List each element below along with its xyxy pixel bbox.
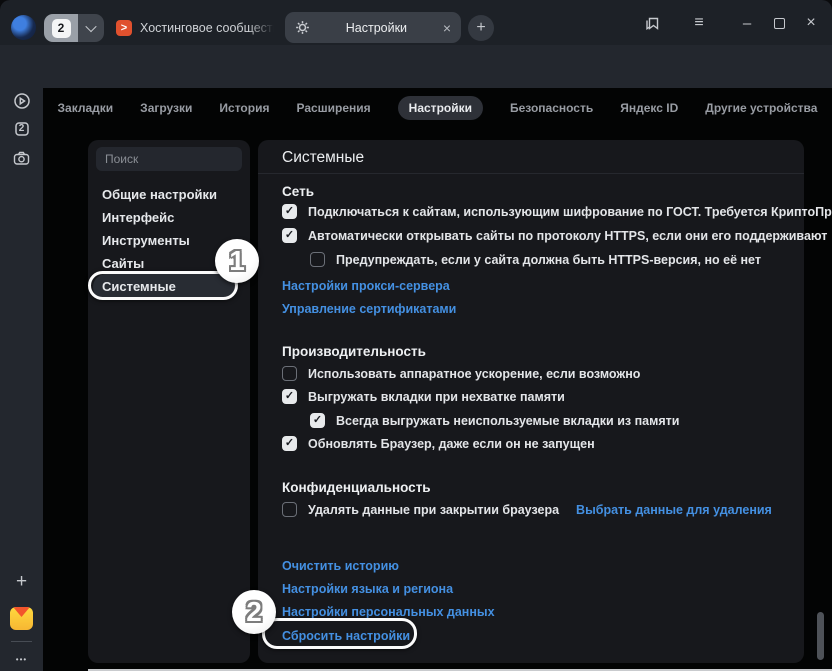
setting-label: Всегда выгружать неиспользуемые вкладки … — [336, 413, 680, 428]
language-region-link[interactable]: Настройки языка и региона — [282, 582, 453, 596]
annotation-number: 1 — [229, 245, 245, 276]
link-row: Настройки языка и региона — [282, 580, 453, 598]
tab-list-dropdown[interactable] — [78, 14, 104, 42]
personal-data-link[interactable]: Настройки персональных данных — [282, 605, 495, 619]
search-input[interactable] — [96, 147, 242, 171]
tab-count-segment[interactable]: 2 — [44, 14, 78, 42]
setting-row: ✓ Выгружать вкладки при нехватке памяти — [282, 389, 565, 404]
tabs-panel-icon[interactable]: 2 — [8, 115, 35, 142]
check-icon: ✓ — [284, 205, 295, 217]
setting-label: Автоматически открывать сайты по протоко… — [308, 228, 828, 243]
proxy-settings-link[interactable]: Настройки прокси-сервера — [282, 279, 450, 293]
setting-row: ✓ Обновлять Браузер, даже если он не зап… — [282, 436, 595, 451]
tab-count-badge: 2 — [51, 18, 71, 38]
tab-bar: 2 > Хостинговое сообщество Настройки × + — [0, 0, 832, 45]
setting-row: ✓ Всегда выгружать неиспользуемые вкладк… — [310, 413, 679, 428]
maximize-icon — [773, 17, 785, 29]
setting-label: Выгружать вкладки при нехватке памяти — [308, 389, 565, 404]
nav-tab-settings[interactable]: Настройки — [397, 96, 483, 120]
browser-tab-settings[interactable]: Настройки × — [285, 12, 461, 43]
nav-tab-yandex-id[interactable]: Яндекс ID — [620, 101, 678, 115]
yandex-mail-icon[interactable] — [10, 607, 33, 630]
settings-nav: Закладки Загрузки История Расширения Нас… — [43, 95, 832, 121]
left-rail: 2 + ••• — [0, 88, 43, 671]
setting-row: ✓ Предупреждать, если у сайта должна быт… — [310, 252, 761, 267]
side-panels-icon[interactable] — [640, 11, 664, 35]
sidebar-item-tools[interactable]: Инструменты — [102, 231, 190, 251]
annotation-number: 2 — [246, 596, 262, 627]
setting-label: Использовать аппаратное ускорение, если … — [308, 366, 641, 381]
sidebar-item-general[interactable]: Общие настройки — [102, 185, 217, 205]
add-panel-button[interactable]: + — [8, 568, 35, 595]
annotation-step-2: 2 — [232, 590, 276, 634]
checkbox-https-auto[interactable]: ✓ — [282, 228, 297, 243]
choose-data-link[interactable]: Выбрать данные для удаления — [576, 503, 772, 517]
nav-tab-security[interactable]: Безопасность — [510, 101, 593, 115]
annotation-step-1: 1 — [215, 239, 259, 283]
gear-icon — [295, 20, 310, 35]
link-row: Очистить историю — [282, 557, 399, 575]
section-privacy: Конфиденциальность — [282, 480, 431, 495]
sidebar-item-interface[interactable]: Интерфейс — [102, 208, 174, 228]
menu-icon[interactable]: ≡ — [688, 12, 710, 34]
nav-tab-downloads[interactable]: Загрузки — [140, 101, 192, 115]
divider — [11, 641, 32, 642]
check-icon: ✓ — [284, 390, 295, 402]
screenshot-camera-icon[interactable] — [8, 145, 35, 172]
check-icon: ✓ — [284, 437, 295, 449]
profile-avatar[interactable] — [11, 15, 36, 40]
check-icon: ✓ — [284, 229, 295, 241]
address-bar-row: ← Я ↻ settings Настройки 80 % — [0, 45, 832, 127]
nav-tab-bookmarks[interactable]: Закладки — [58, 101, 114, 115]
settings-page: Закладки Загрузки История Расширения Нас… — [43, 88, 832, 671]
divider — [258, 173, 804, 174]
close-tab-icon[interactable]: × — [443, 20, 451, 36]
checkbox-update-browser[interactable]: ✓ — [282, 436, 297, 451]
nav-tab-extensions[interactable]: Расширения — [296, 101, 370, 115]
certificates-link[interactable]: Управление сертификатами — [282, 302, 456, 316]
tab-title: Хостинговое сообщество — [140, 21, 274, 35]
annotation-outline-system — [88, 271, 238, 300]
tab-count-button[interactable]: 2 — [44, 14, 104, 42]
settings-sidebar: Общие настройки Интерфейс Инструменты Са… — [88, 140, 250, 663]
chevron-down-icon — [85, 20, 97, 33]
maximize-button[interactable] — [768, 12, 790, 34]
setting-label: Обновлять Браузер, даже если он не запущ… — [308, 436, 595, 451]
link-row: Настройки прокси-сервера — [282, 277, 450, 295]
scrollbar-thumb[interactable] — [817, 612, 824, 660]
site-favicon-icon: > — [116, 20, 132, 36]
section-performance: Производительность — [282, 344, 426, 359]
checkbox-gost[interactable]: ✓ — [282, 204, 297, 219]
setting-row: ✓ Использовать аппаратное ускорение, есл… — [282, 366, 640, 381]
setting-row: ✓ Удалять данные при закрытии браузера В… — [282, 502, 772, 517]
setting-label: Подключаться к сайтам, использующим шифр… — [308, 204, 832, 219]
checkbox-hw-accel[interactable]: ✓ — [282, 366, 297, 381]
section-network: Сеть — [282, 184, 314, 199]
tab-title: Настройки — [345, 20, 408, 35]
page-title: Системные — [282, 149, 365, 166]
checkbox-always-unload[interactable]: ✓ — [310, 413, 325, 428]
checkbox-clear-on-exit[interactable]: ✓ — [282, 502, 297, 517]
setting-row: ✓ Автоматически открывать сайты по прото… — [282, 228, 827, 243]
setting-label: Предупреждать, если у сайта должна быть … — [336, 252, 761, 267]
play-sessions-icon[interactable] — [8, 87, 35, 114]
browser-tab-hosting[interactable]: > Хостинговое сообщество — [116, 13, 280, 43]
close-window-button[interactable]: × — [800, 12, 822, 34]
checkbox-https-warn[interactable]: ✓ — [310, 252, 325, 267]
browser-window: 2 > Хостинговое сообщество Настройки × + — [0, 0, 832, 671]
setting-label: Удалять данные при закрытии браузера — [308, 502, 560, 517]
minimize-button[interactable]: – — [736, 12, 758, 34]
annotation-outline-reset — [262, 618, 417, 649]
nav-tab-other-devices[interactable]: Другие устройства — [705, 101, 817, 115]
rail-tab-count: 2 — [18, 123, 25, 134]
checkbox-unload-tabs[interactable]: ✓ — [282, 389, 297, 404]
more-dots-icon[interactable]: ••• — [8, 646, 35, 671]
check-icon: ✓ — [312, 414, 323, 426]
link-row: Управление сертификатами — [282, 300, 456, 318]
clear-history-link[interactable]: Очистить историю — [282, 559, 399, 573]
nav-tab-history[interactable]: История — [219, 101, 269, 115]
setting-row: ✓ Подключаться к сайтам, использующим ши… — [282, 204, 832, 219]
new-tab-button[interactable]: + — [468, 15, 494, 41]
settings-content: Системные Сеть ✓ Подключаться к сайтам, … — [258, 140, 832, 663]
